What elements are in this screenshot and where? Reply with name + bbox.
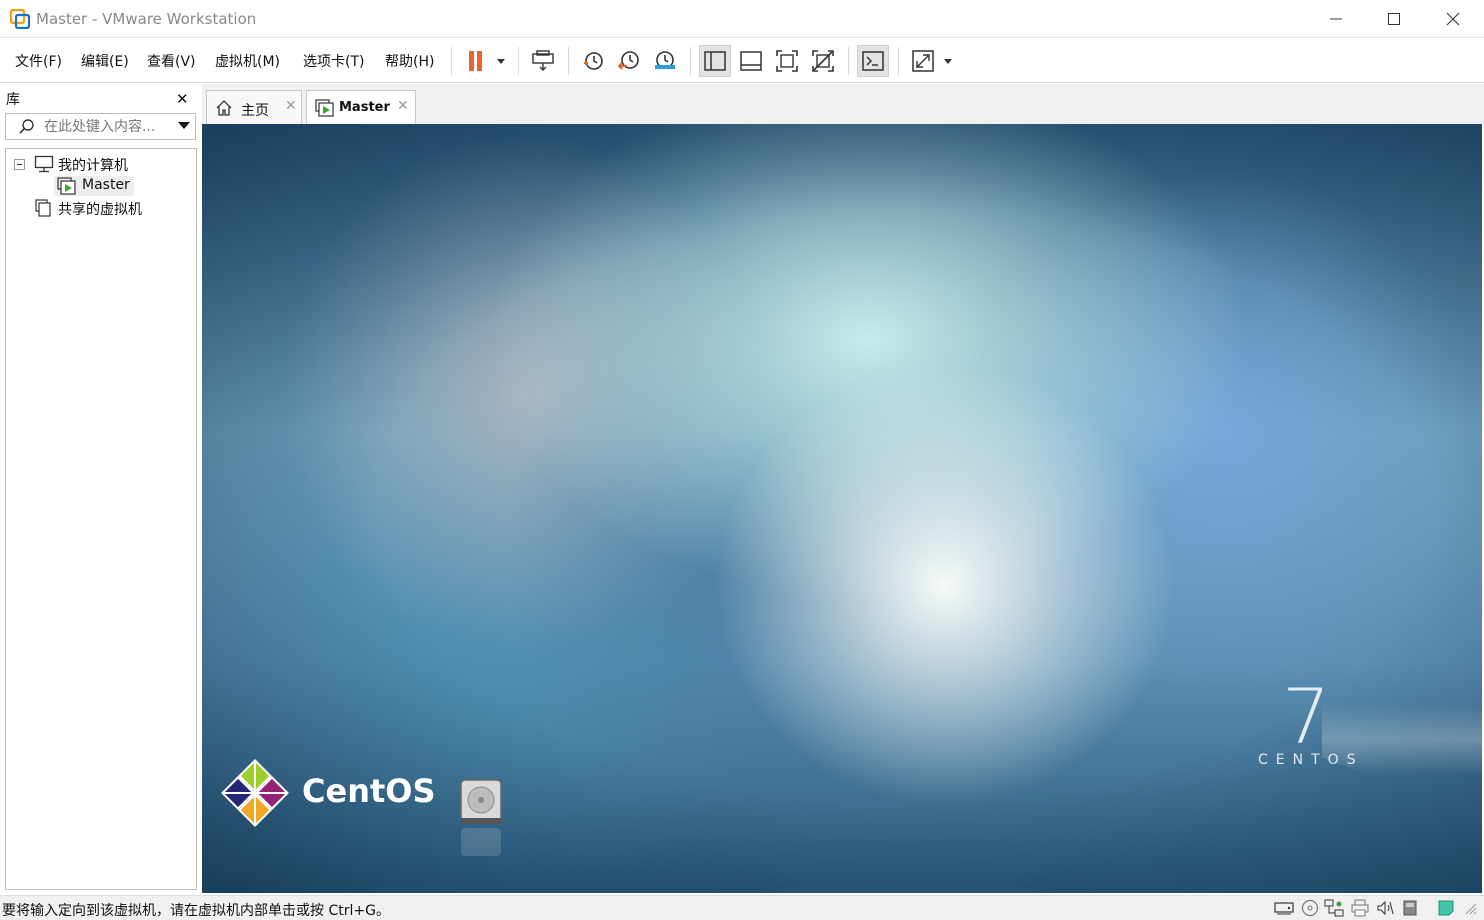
full-screen-button[interactable]	[771, 45, 803, 77]
toolbar-separator	[518, 47, 519, 75]
tab-master-close-icon[interactable]: ✕	[397, 98, 409, 114]
message-icon[interactable]	[1436, 899, 1456, 917]
library-header: 库 ✕	[0, 84, 200, 112]
centos-version-number: 7	[1282, 672, 1331, 761]
resize-grip-icon[interactable]	[1460, 899, 1480, 917]
maximize-button[interactable]	[1365, 0, 1423, 38]
full-screen-icon	[776, 50, 798, 72]
thumbnail-bar-icon	[740, 51, 762, 71]
status-message: 要将输入定向到该虚拟机，请在虚拟机内部单击或按 Ctrl+G。	[2, 903, 390, 919]
tab-home-label: 主页	[241, 103, 269, 119]
tree-item-master[interactable]: Master	[54, 176, 134, 196]
snapshot-icon	[584, 52, 603, 70]
tree-item-shared-vms[interactable]: 共享的虚拟机	[34, 198, 194, 218]
hard-disk-desktop-icon[interactable]	[458, 778, 504, 862]
toolbar-separator	[898, 47, 899, 75]
tab-home[interactable]: 主页 ✕	[206, 90, 302, 124]
menu-edit[interactable]: 编辑(E)	[81, 51, 129, 71]
menu-view[interactable]: 查看(V)	[147, 51, 196, 71]
revert-snapshot-button[interactable]	[613, 45, 645, 77]
centos-wordmark: CentOS	[302, 772, 436, 810]
centos-version-label: CENTOS	[1258, 752, 1364, 768]
tab-strip: 主页 ✕ Master ✕	[202, 84, 1484, 124]
toolbar-separator	[451, 47, 452, 75]
console-view-button[interactable]	[857, 45, 889, 77]
stretch-guest-button[interactable]	[907, 45, 957, 77]
vm-console-screen[interactable]: CentOS 7 CENTOS	[202, 124, 1482, 893]
library-search-input[interactable]	[44, 117, 174, 137]
toolbar-separator	[848, 47, 849, 75]
hard-disk-icon[interactable]	[1274, 899, 1294, 917]
search-dropdown-icon[interactable]	[178, 122, 190, 129]
send-ctrl-alt-del-icon	[532, 50, 554, 71]
send-ctrl-alt-del-button[interactable]	[527, 45, 559, 77]
show-library-button[interactable]	[699, 45, 731, 77]
tree-item-my-computer[interactable]: 我的计算机	[14, 154, 194, 174]
status-bar: 要将输入定向到该虚拟机，请在虚拟机内部单击或按 Ctrl+G。	[0, 895, 1484, 920]
tree-label-shared-vms: 共享的虚拟机	[58, 202, 142, 218]
thumbnail-bar-button[interactable]	[735, 45, 767, 77]
library-tree: 我的计算机 Master 共享的虚拟机	[5, 148, 197, 890]
vm-running-icon	[57, 177, 77, 199]
stretch-guest-icon	[912, 50, 952, 72]
tab-home-close-icon[interactable]: ✕	[285, 98, 297, 114]
library-search[interactable]	[5, 113, 196, 140]
revert-snapshot-icon	[617, 51, 639, 70]
search-icon	[18, 118, 36, 140]
console-view-icon	[862, 51, 884, 71]
tree-label-my-computer: 我的计算机	[58, 158, 128, 174]
minimize-button[interactable]	[1307, 0, 1365, 38]
collapse-icon[interactable]	[14, 158, 25, 174]
take-snapshot-button[interactable]	[577, 45, 609, 77]
menu-help[interactable]: 帮助(H)	[385, 51, 434, 71]
computer-icon	[34, 155, 54, 177]
toolbar-separator	[690, 47, 691, 75]
vm-running-icon	[315, 99, 335, 121]
network-icon[interactable]	[1324, 899, 1344, 917]
menu-vm[interactable]: 虚拟机(M)	[215, 51, 280, 71]
window-title: Master - VMware Workstation	[36, 10, 257, 28]
unity-button[interactable]	[807, 45, 839, 77]
snapshot-manager-button[interactable]	[649, 45, 681, 77]
home-icon	[215, 99, 233, 121]
title-bar: Master - VMware Workstation	[0, 0, 1484, 38]
pause-icon	[469, 51, 505, 71]
tree-label-master: Master	[82, 177, 130, 193]
cd-dvd-icon[interactable]	[1300, 899, 1320, 917]
menu-tabs[interactable]: 选项卡(T)	[303, 51, 364, 71]
sound-icon[interactable]	[1375, 899, 1395, 917]
show-library-icon	[704, 51, 726, 71]
pause-button[interactable]	[460, 45, 510, 77]
toolbar-separator	[568, 47, 569, 75]
tab-master-label: Master	[339, 100, 390, 115]
menu-file[interactable]: 文件(F)	[15, 51, 62, 71]
library-close-icon[interactable]: ✕	[176, 90, 189, 108]
centos-logo-icon	[219, 757, 291, 833]
menu-toolbar: 文件(F) 编辑(E) 查看(V) 虚拟机(M) 选项卡(T) 帮助(H)	[0, 39, 1484, 83]
unity-icon	[812, 50, 834, 72]
printer-icon[interactable]	[1350, 899, 1370, 917]
vmware-app-icon	[9, 8, 31, 30]
library-title: 库	[6, 92, 20, 108]
shared-vm-icon	[34, 199, 54, 221]
usb-icon[interactable]	[1400, 899, 1420, 917]
tab-master[interactable]: Master ✕	[306, 90, 416, 124]
snapshot-manager-icon	[655, 51, 675, 69]
close-button[interactable]	[1424, 0, 1482, 38]
